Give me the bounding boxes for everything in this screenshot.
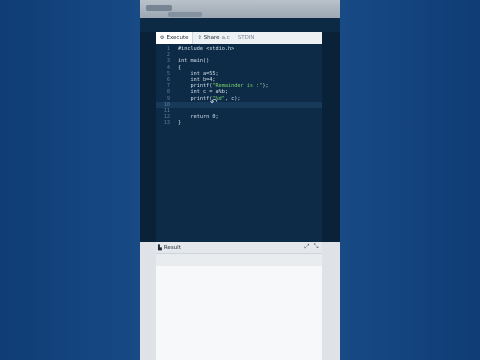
code-token: ); — [262, 83, 269, 90]
result-output — [156, 254, 322, 360]
result-header: ▙ Result ⤢ ⤡ — [156, 242, 322, 254]
execute-label: Execute — [166, 35, 189, 41]
collapse-icon[interactable]: ⤡ — [312, 243, 320, 251]
lower-left-pane — [140, 242, 156, 360]
code-line: 13} — [156, 120, 322, 126]
stdin-tab[interactable]: STDIN — [234, 32, 259, 44]
output-shade — [156, 254, 322, 266]
expand-icon[interactable]: ⤢ — [303, 243, 311, 251]
blurred-address — [168, 12, 202, 17]
mouse-cursor-icon: ↶ — [210, 98, 218, 108]
result-panel: ▙ Result ⤢ ⤡ — [156, 242, 322, 360]
code-token: printf( — [178, 83, 213, 90]
background-left — [0, 0, 140, 360]
code-text: } — [178, 120, 182, 127]
code-token: printf( — [178, 95, 213, 102]
share-icon: ⇪ — [197, 35, 202, 41]
result-title: Result — [163, 244, 181, 251]
code-editor[interactable]: 1 #include <stdio.h> 2 3 int main() 4{5 int a… — [156, 44, 322, 244]
lower-right-pane — [322, 242, 340, 360]
share-label: Share — [203, 35, 220, 41]
execute-button[interactable]: ⚙ Execute — [156, 32, 194, 44]
phone-screen: ⚙ Execute ⇪ Share a.c STDIN 1 #include <s… — [140, 0, 340, 360]
line-number: 13 — [163, 120, 170, 127]
browser-top-bar — [140, 0, 340, 18]
code-token: , c); — [224, 95, 241, 102]
share-extra: a.c — [221, 35, 230, 41]
stdin-label: STDIN — [237, 35, 255, 41]
gear-icon: ⚙ — [160, 35, 165, 41]
share-button[interactable]: ⇪ Share a.c — [193, 32, 233, 44]
terminal-icon: ▙ — [158, 244, 162, 251]
blurred-tab — [146, 5, 172, 11]
background-right — [340, 0, 480, 360]
string-literal: "Remainder is :" — [212, 83, 263, 90]
header-band — [140, 18, 340, 32]
